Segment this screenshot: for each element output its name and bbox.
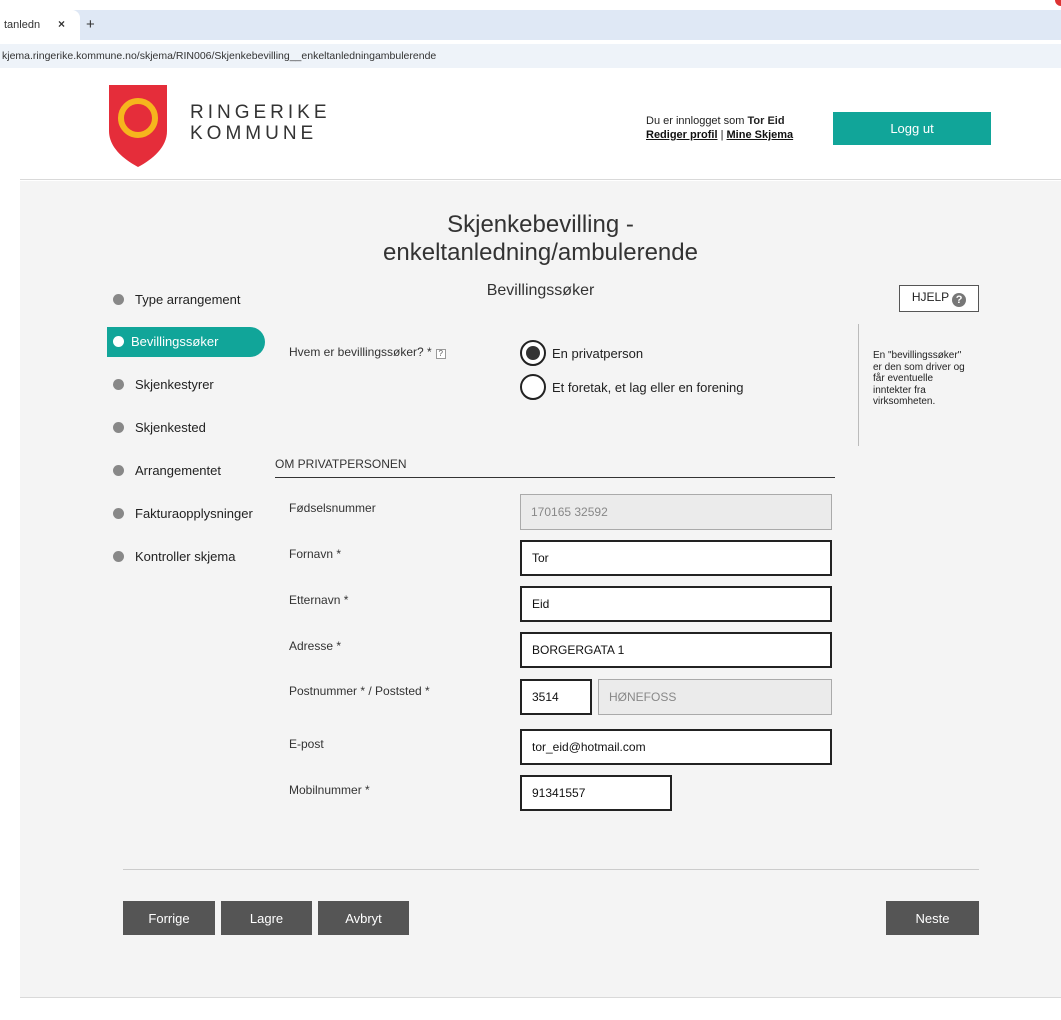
new-tab-icon[interactable]: +: [86, 16, 95, 33]
logo-line-1: RINGERIKE: [190, 102, 331, 123]
last-name-label: Etternavn *: [289, 593, 349, 607]
applicant-question-text: Hvem er bevillingssøker? *: [289, 345, 432, 359]
previous-button[interactable]: Forrige: [123, 901, 215, 935]
logo-line-2: KOMMUNE: [190, 123, 318, 144]
radio-organization[interactable]: [520, 374, 546, 400]
applicant-question: Hvem er bevillingssøker? *?: [289, 345, 446, 359]
last-name-input[interactable]: [520, 586, 832, 622]
page-title-line-2: enkeltanledning/ambulerende: [383, 239, 698, 266]
user-name: Tor Eid: [747, 115, 785, 127]
step-dot-icon: [113, 379, 124, 390]
step-label: Skjenkestyrer: [135, 377, 214, 392]
email-input[interactable]: [520, 729, 832, 765]
step-dot-icon: [113, 551, 124, 562]
step-label: Bevillingssøker: [131, 334, 219, 349]
login-status: Du er innlogget som Tor Eid Rediger prof…: [646, 114, 793, 142]
form-main-area: Skjenkebevilling - enkeltanledning/ambul…: [20, 181, 1061, 997]
first-name-label: Fornavn *: [289, 547, 342, 561]
birth-number-input[interactable]: [520, 494, 832, 530]
step-dot-icon: [113, 422, 124, 433]
step-dot-icon: [113, 465, 124, 476]
logout-button[interactable]: Logg ut: [833, 112, 991, 145]
postal-code-input[interactable]: [520, 679, 592, 715]
logo-wordmark: RINGERIKE KOMMUNE: [190, 102, 331, 144]
link-separator: |: [720, 129, 724, 141]
help-button-label: HJELP: [911, 290, 950, 304]
ringerike-logo-icon[interactable]: [109, 85, 167, 167]
logged-in-text: Du er innlogget som: [646, 115, 745, 127]
step-dot-icon: [113, 508, 124, 519]
step-dot-icon: [113, 336, 124, 347]
address-input[interactable]: [520, 632, 832, 668]
edit-profile-link[interactable]: Rediger profil: [646, 129, 718, 141]
step-label: Arrangementet: [135, 463, 221, 478]
question-circle-icon: ?: [952, 293, 967, 307]
step-label: Kontroller skjema: [135, 549, 236, 564]
address-label: Adresse *: [289, 639, 342, 653]
close-tab-icon[interactable]: ×: [58, 17, 65, 31]
browser-tab-title: tanledn: [4, 19, 40, 31]
first-name-input[interactable]: [520, 540, 832, 576]
page-title-line-1: Skjenkebevilling -: [447, 211, 634, 238]
browser-tab[interactable]: tanledn ×: [0, 10, 80, 40]
postal-label: Postnummer * / Poststed *: [289, 684, 430, 698]
step-label: Fakturaopplysninger: [135, 506, 253, 521]
radio-organization-label[interactable]: Et foretak, et lag eller en forening: [552, 380, 744, 395]
page-bottom-divider: [20, 997, 1061, 998]
step-label: Type arrangement: [135, 292, 241, 307]
window-corner-indicator: [1055, 0, 1061, 6]
help-button[interactable]: HJELP?: [899, 285, 979, 312]
radio-private-person-label[interactable]: En privatperson: [552, 346, 643, 361]
next-button[interactable]: Neste: [886, 901, 979, 935]
help-panel: En "bevillingssøker" er den som driver o…: [858, 324, 968, 446]
save-button[interactable]: Lagre: [221, 901, 312, 935]
my-forms-link[interactable]: Mine Skjema: [727, 129, 794, 141]
cancel-button[interactable]: Avbryt: [318, 901, 409, 935]
birth-number-label: Fødselsnummer: [289, 501, 376, 515]
step-dot-icon: [113, 294, 124, 305]
page-title: Skjenkebevilling - enkeltanledning/ambul…: [20, 211, 1061, 267]
site-header: RINGERIKE KOMMUNE Du er innlogget som To…: [20, 72, 1061, 180]
mobile-label: Mobilnummer *: [289, 783, 370, 797]
section-heading: OM PRIVATPERSONEN: [275, 457, 835, 478]
url-text: kjema.ringerike.kommune.no/skjema/RIN006…: [2, 50, 437, 62]
postal-place-input[interactable]: [598, 679, 832, 715]
mobile-input[interactable]: [520, 775, 672, 811]
question-help-icon[interactable]: ?: [435, 349, 446, 359]
radio-private-person[interactable]: [520, 340, 546, 366]
footer-divider: [123, 869, 979, 870]
address-bar[interactable]: kjema.ringerike.kommune.no/skjema/RIN006…: [0, 44, 1061, 68]
email-label: E-post: [289, 737, 324, 751]
step-label: Skjenkested: [135, 420, 206, 435]
browser-tab-bar: tanledn × +: [0, 10, 1061, 40]
step-bevillingssoker[interactable]: Bevillingssøker: [107, 327, 265, 357]
